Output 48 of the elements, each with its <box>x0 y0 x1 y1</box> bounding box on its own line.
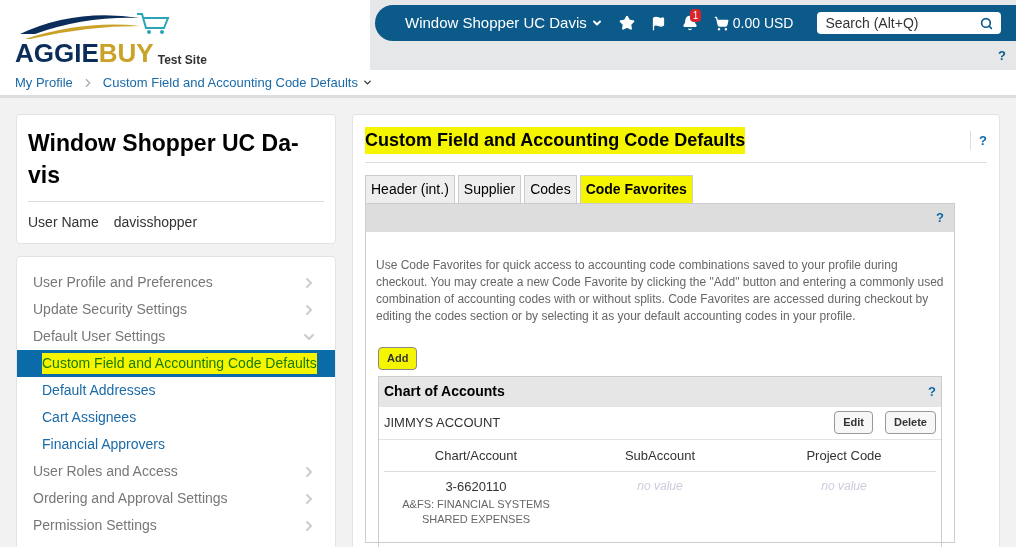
nav-subitem[interactable]: Cart Assignees <box>17 404 335 431</box>
column-header: Project Code <box>805 446 883 465</box>
account-description: A&FS: FINANCIAL SYSTEMS SHARED EXPENSES <box>401 496 551 527</box>
tab[interactable]: Code Favorites <box>579 175 693 203</box>
nav-item[interactable]: Permission Settings <box>17 512 335 539</box>
table-cell-text: 3-6620110 <box>445 478 507 496</box>
logo-text: AGGIE <box>15 40 99 66</box>
nav-item[interactable]: User Roles and Access <box>17 458 335 485</box>
cart-icon <box>713 15 729 31</box>
nav-item[interactable]: Update Security Settings <box>17 296 335 323</box>
delete-button[interactable]: Delete <box>884 411 936 434</box>
user-name-value: davisshopper <box>113 213 198 232</box>
breadcrumb-link[interactable]: Custom Field and Accounting Code Defaults <box>102 72 373 93</box>
nav-item[interactable]: Ordering and Approval Settings <box>17 485 335 512</box>
logo-subtitle: Test Site <box>157 54 207 66</box>
favorite-name: JIMMYS ACCOUNT <box>384 413 501 432</box>
help-link[interactable]: ? <box>928 381 936 402</box>
flag-icon[interactable] <box>650 15 666 31</box>
star-icon[interactable] <box>618 15 635 31</box>
caret-icon[interactable] <box>361 77 373 88</box>
column-header: Chart/Account <box>433 446 519 465</box>
breadcrumb-link[interactable]: My Profile <box>15 72 73 93</box>
search-field[interactable]: Search (Alt+Q) <box>817 12 1002 34</box>
search-input[interactable]: Search (Alt+Q) <box>825 12 981 34</box>
section-title: Chart of Accounts <box>384 382 505 401</box>
cart-button[interactable]: 0.00 USD <box>713 12 794 34</box>
help-link[interactable]: ? <box>936 208 944 228</box>
tab[interactable]: Codes <box>524 175 577 203</box>
description-text: Use Code Favorites for quick access to accounting code combinations saved to your profile during checkout. You may create a new Code Favorite by clicking the "Add" button and entering a commonly used combination of accounting codes with or without splits. Code Favorites are accessed during checkout by editing the codes section or by selecting it as your default accounting codes in your profile. <box>375 257 945 325</box>
tab[interactable]: Header (int.) <box>365 175 455 203</box>
add-button[interactable]: Add <box>378 347 418 370</box>
notification-badge: 1 <box>689 9 702 22</box>
help-link[interactable]: ? <box>970 130 987 151</box>
help-link[interactable]: ? <box>998 46 1006 66</box>
nav-item[interactable]: Default User Settings <box>17 323 335 350</box>
nav-subitem[interactable]: Custom Field and Accounting Code Defaults <box>17 350 335 377</box>
user-name-label: User Name <box>28 213 99 232</box>
profile-name: Window Shopper UC Da-vis <box>28 127 324 202</box>
edit-button[interactable]: Edit <box>834 411 873 434</box>
nav-subitem[interactable]: Financial Approvers <box>17 431 335 458</box>
search-icon[interactable] <box>980 16 994 30</box>
logo-text: BUY <box>98 40 154 66</box>
page-title: Custom Field and Accounting Code Defaults <box>365 127 746 154</box>
nav-subitem[interactable]: Default Addresses <box>17 377 335 404</box>
user-menu[interactable]: Window Shopper UC Davis <box>405 11 603 35</box>
nav-item[interactable]: User Profile and Preferences <box>17 269 335 296</box>
column-header: SubAccount <box>623 446 697 465</box>
tab[interactable]: Supplier <box>457 175 522 203</box>
